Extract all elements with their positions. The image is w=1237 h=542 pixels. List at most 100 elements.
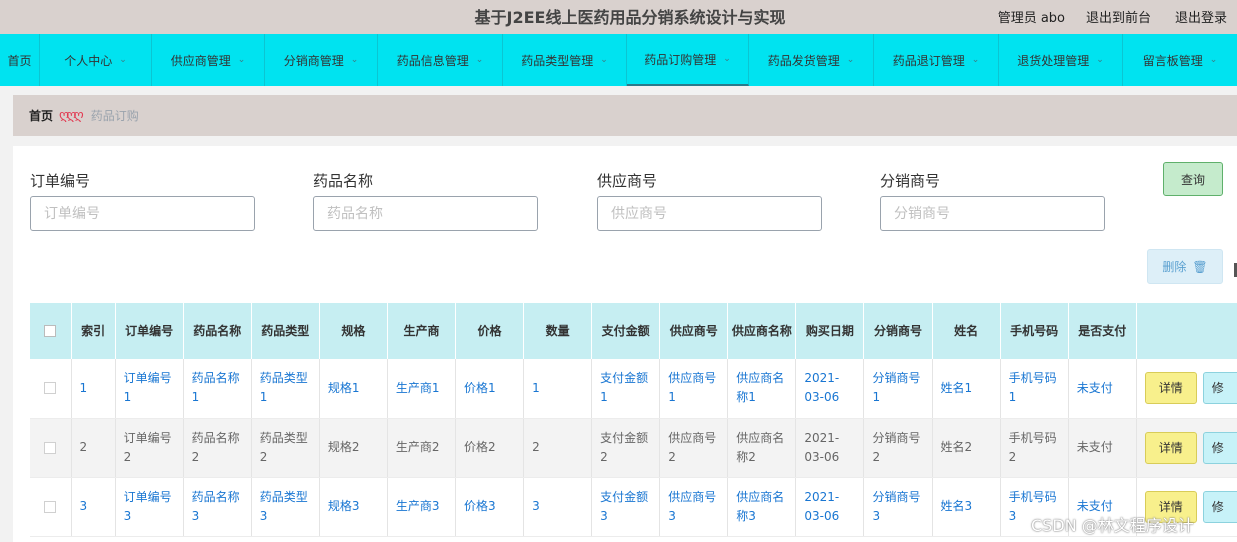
breadcrumb-home[interactable]: 首页 [29,107,53,124]
table-cell: 订单编号3 [115,477,184,537]
column-header: 姓名 [932,303,1001,359]
table-cell: 药品名称1 [183,359,252,419]
nav-item-label: 药品信息管理 [396,53,469,68]
search-button[interactable]: 查询 [1163,162,1223,196]
drug-name-input[interactable] [313,196,538,231]
chevron-down-icon: ⌄ [600,55,608,65]
filter-label-order-no: 订单编号 [30,172,91,190]
column-header: 药品类型 [251,303,320,359]
chevron-down-icon: ⌄ [350,55,359,65]
csdn-watermark: CSDN @林文程序设计 [1031,516,1194,535]
detail-button[interactable]: 详情 [1144,372,1197,405]
edit-button[interactable]: 修 [1202,431,1237,464]
table-cell: 2021-03-06 [795,418,865,478]
table-header-row: 索引 订单编号 药品名称 药品类型 规格 生产商 价格 数量 支付金额 供应商号… [30,303,1237,359]
row-checkbox[interactable] [44,441,57,454]
breadcrumb-current: 药品订购 [90,109,139,123]
column-header: 是否支付 [1068,303,1137,359]
nav-item-drug-order[interactable]: 药品订购管理 ⌄ [627,34,749,86]
column-header: 购买日期 [795,303,865,359]
table-cell: 药品类型2 [251,418,320,478]
table-cell: 生产商3 [387,477,456,537]
chevron-down-icon: ⌄ [846,55,855,65]
table-cell: 药品名称3 [183,477,252,537]
row-select-cell[interactable] [30,418,72,478]
exit-to-front-link[interactable]: 退出到前台 [1086,7,1151,26]
nav-item-label: 药品退订管理 [892,53,965,68]
row-select-cell[interactable] [30,477,72,537]
table-cell: 药品类型1 [251,359,320,419]
nav-item-personal-center[interactable]: 个人中心 ⌄ [40,34,152,86]
select-all-cell[interactable] [30,303,72,359]
nav-item-drug-shipping[interactable]: 药品发货管理 ⌄ [749,34,874,86]
chevron-down-icon: ⌄ [119,55,127,65]
nav-item-label: 留言板管理 [1142,53,1203,68]
chevron-down-icon: ⌄ [1209,55,1218,65]
chevron-down-icon: ⌄ [475,55,484,65]
edit-button[interactable]: 修 [1202,490,1237,523]
nav-item-drug-cancel[interactable]: 药品退订管理 ⌄ [874,34,999,86]
nav-item-supplier[interactable]: 供应商管理 ⌄ [152,34,265,86]
row-checkbox[interactable] [44,382,57,395]
table-cell: 供应商名称1 [727,359,797,419]
table-cell: 3 [523,477,593,537]
nav-item-label: 药品类型管理 [521,53,594,68]
nav-item-return[interactable]: 退货处理管理 ⌄ [999,34,1123,86]
actions-header [1136,303,1237,359]
nav-item-label: 药品发货管理 [767,53,840,68]
table-cell: 未支付 [1068,418,1137,478]
table-cell: 供应商号1 [659,359,729,419]
table-cell: 支付金额1 [591,359,661,419]
table-row[interactable]: 2 订单编号2 药品名称2 药品类型2 规格2 生产商2 价格2 2 支付金额2… [30,418,1237,478]
table-cell: 2 [523,418,593,478]
chevron-down-icon: ⌄ [1096,55,1104,65]
delete-button[interactable]: 删除 🗑 [1147,249,1223,284]
distributor-no-input[interactable] [880,196,1105,231]
table-cell: 供应商号3 [659,477,729,537]
chevron-down-icon: ⌄ [971,55,980,65]
trash-icon: 🗑 [1192,259,1208,274]
column-header: 分销商号 [863,303,933,359]
table-cell: 供应商名称2 [727,418,797,478]
table-cell: 供应商号2 [659,418,729,478]
table-cell: 规格3 [319,477,388,537]
nav-item-message-board[interactable]: 留言板管理 ⌄ [1123,34,1237,86]
column-header: 数量 [523,303,593,359]
nav-item-label: 供应商管理 [170,53,231,68]
edit-button[interactable]: 修 [1202,372,1237,405]
table-cell: 姓名1 [932,359,1001,419]
filter-label-distributor-no: 分销商号 [880,172,941,190]
nav-item-drug-info[interactable]: 药品信息管理 ⌄ [378,34,503,86]
table-cell: 分销商号1 [863,359,933,419]
table-cell: 支付金额3 [591,477,661,537]
order-table: 索引 订单编号 药品名称 药品类型 规格 生产商 价格 数量 支付金额 供应商号… [30,303,1237,537]
chevron-down-icon: ⌄ [237,55,246,65]
table-cell: 手机号码2 [1000,418,1069,478]
breadcrumb: 首页 ღღღ 药品订购 [13,95,1237,136]
order-no-input[interactable] [30,196,255,231]
table-row[interactable]: 1 订单编号1 药品名称1 药品类型1 规格1 生产商1 价格1 1 支付金额1… [30,359,1237,419]
nav-item-home[interactable]: 首页 [0,34,40,86]
nav-item-drug-type[interactable]: 药品类型管理 ⌄ [503,34,627,86]
row-actions: 详情修 [1136,359,1237,419]
table-cell: 支付金额2 [591,418,661,478]
detail-button[interactable]: 详情 [1144,431,1197,464]
column-header: 药品名称 [183,303,252,359]
row-select-cell[interactable] [30,359,72,419]
nav-item-label: 退货处理管理 [1017,53,1090,68]
table-cell: 药品类型3 [251,477,320,537]
nav-item-distributor[interactable]: 分销商管理 ⌄ [265,34,378,86]
logout-link[interactable]: 退出登录 [1175,7,1227,26]
select-all-checkbox[interactable] [44,325,57,337]
top-header: 基于J2EE线上医药用品分销系统设计与实现 管理员 abo 退出到前台 退出登录 [0,0,1237,34]
table-cell: 订单编号1 [115,359,184,419]
row-checkbox[interactable] [44,500,57,513]
nav-item-label: 药品订购管理 [644,52,717,67]
table-cell: 订单编号2 [115,418,184,478]
main-nav: 首页 个人中心 ⌄ 供应商管理 ⌄ 分销商管理 ⌄ 药品信息管理 ⌄ 药品类型管理 ⌄ 药… [0,34,1237,86]
table-cell: 规格1 [319,359,388,419]
table-cell: 分销商号3 [863,477,933,537]
supplier-no-input[interactable] [597,196,822,231]
column-header: 支付金额 [591,303,661,359]
filter-label-supplier-no: 供应商号 [597,172,658,190]
